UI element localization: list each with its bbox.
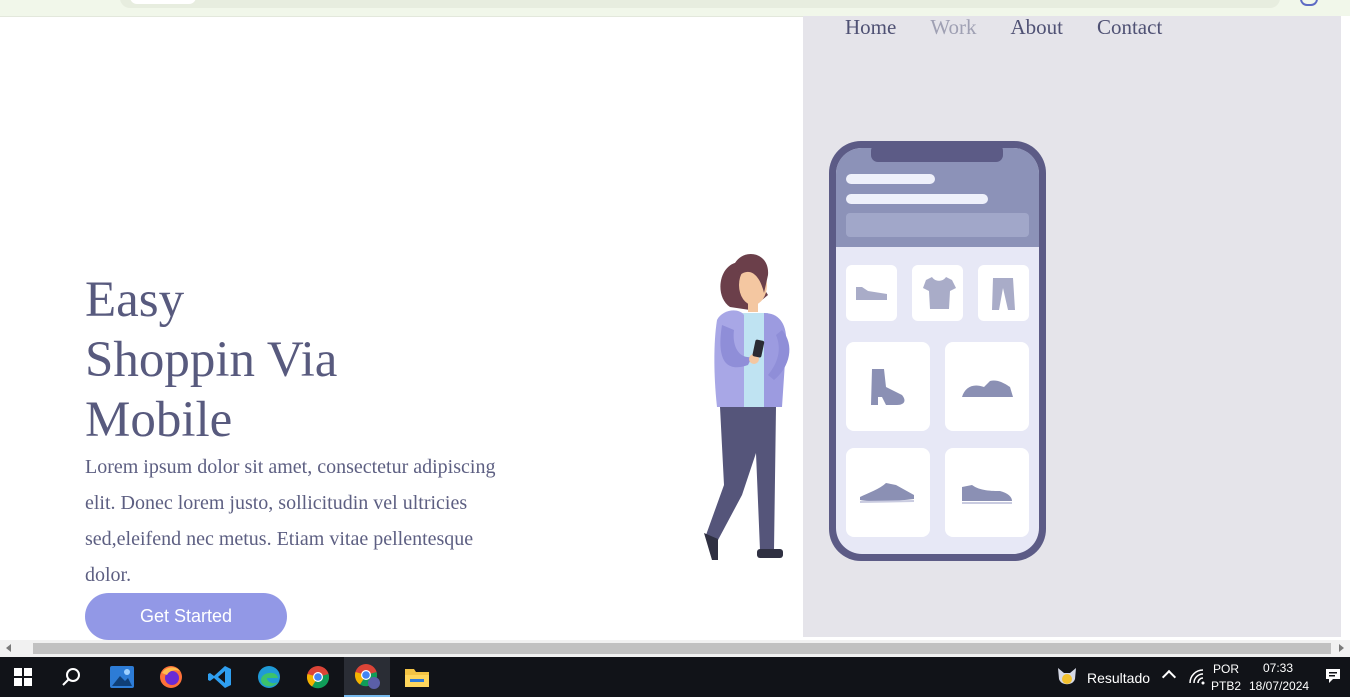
- windows-start-icon[interactable]: [0, 657, 46, 697]
- hero-title-line: Easy: [85, 272, 185, 328]
- notification-label[interactable]: Resultado: [1087, 670, 1150, 686]
- weather-widget-icon[interactable]: [1055, 665, 1079, 689]
- main-nav: Home Work About Contact: [845, 15, 1162, 40]
- clock-time[interactable]: 07:33: [1263, 661, 1293, 675]
- hero-title-line: Mobile: [85, 392, 233, 448]
- profile-icon[interactable]: [1300, 0, 1318, 6]
- search-icon[interactable]: [48, 657, 94, 697]
- file-explorer-icon[interactable]: [394, 657, 440, 697]
- address-bar-chip[interactable]: [130, 0, 196, 4]
- address-bar[interactable]: [120, 0, 1280, 8]
- notification-center-icon[interactable]: [1325, 668, 1341, 684]
- keyboard-layout[interactable]: PTB2: [1211, 679, 1241, 693]
- woman-figure: [704, 253, 790, 560]
- phone-mockup: [829, 141, 1046, 561]
- chrome-profile-icon[interactable]: [344, 657, 390, 697]
- get-started-button[interactable]: Get Started: [85, 593, 287, 640]
- chevron-up-icon[interactable]: [1161, 669, 1177, 685]
- hero-description: Lorem ipsum dolor sit amet, consectetur …: [85, 456, 496, 586]
- scrollbar-thumb[interactable]: [33, 643, 1331, 654]
- taskbar: Resultado POR PTB2 07:33 18/07/2024: [0, 657, 1350, 697]
- hero-title-line: Shoppin Via: [85, 332, 338, 388]
- nav-contact-link[interactable]: Contact: [1097, 15, 1162, 40]
- nav-about-link[interactable]: About: [1010, 15, 1063, 40]
- horizontal-scrollbar[interactable]: [0, 640, 1350, 657]
- page-edge: [1341, 16, 1350, 637]
- language-code[interactable]: POR: [1213, 662, 1239, 676]
- scroll-right-arrow-icon[interactable]: [1339, 644, 1344, 652]
- shopping-illustration: [704, 141, 1046, 561]
- vscode-icon[interactable]: [197, 657, 243, 697]
- clock-date[interactable]: 18/07/2024: [1249, 679, 1309, 693]
- scroll-left-arrow-icon[interactable]: [6, 644, 11, 652]
- photos-icon[interactable]: [99, 657, 145, 697]
- firefox-icon[interactable]: [148, 657, 194, 697]
- wifi-icon[interactable]: [1189, 669, 1205, 685]
- edge-icon[interactable]: [246, 657, 292, 697]
- nav-work-link[interactable]: Work: [930, 15, 976, 40]
- chrome-icon[interactable]: [295, 657, 341, 697]
- nav-home-link[interactable]: Home: [845, 15, 896, 40]
- hero-title: Easy Shoppin Via Mobile: [85, 270, 337, 450]
